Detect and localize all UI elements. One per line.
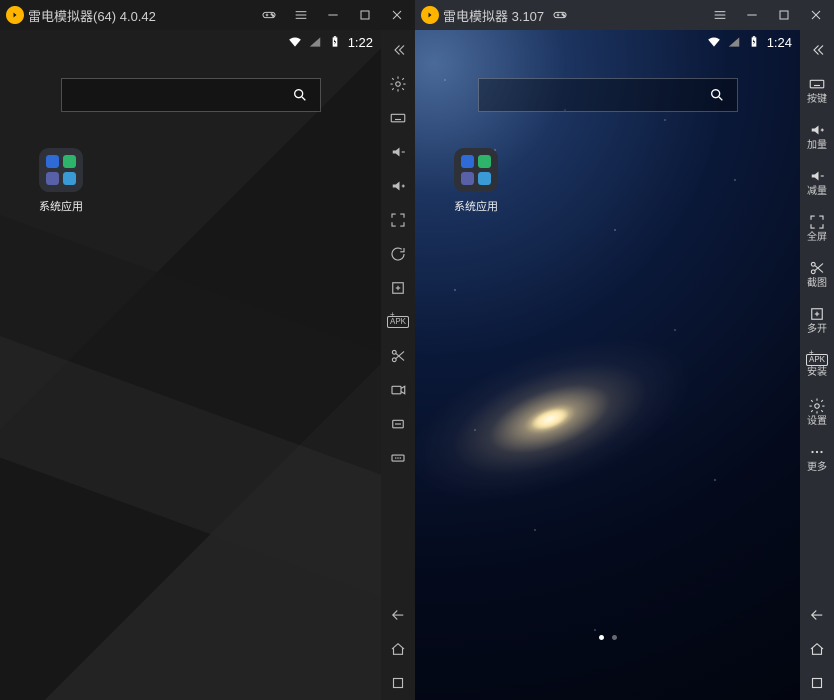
wifi-icon (288, 35, 302, 49)
operation-record-button[interactable] (381, 407, 415, 441)
android-back-button[interactable] (381, 598, 415, 632)
minimize-button[interactable] (319, 1, 347, 29)
close-button[interactable] (383, 1, 411, 29)
volume-up-button[interactable] (381, 169, 415, 203)
titlebar: 雷电模拟器 3.107 (415, 0, 834, 30)
install-apk-button[interactable]: + APK 安装 (800, 343, 834, 389)
android-back-button[interactable] (800, 598, 834, 632)
more-button[interactable] (381, 441, 415, 475)
page-dot-active (599, 635, 604, 640)
settings-gear-button[interactable] (381, 67, 415, 101)
search-input[interactable] (61, 78, 321, 112)
menu-icon[interactable] (706, 1, 734, 29)
volume-down-button[interactable]: 减量 (800, 159, 834, 205)
maximize-button[interactable] (770, 1, 798, 29)
fullscreen-button[interactable] (381, 203, 415, 237)
android-statusbar: 1:22 (0, 30, 381, 54)
scissors-button[interactable] (381, 339, 415, 373)
android-home-button[interactable] (381, 632, 415, 666)
install-apk-button[interactable]: + APK (381, 305, 415, 339)
emulator-window-right: 雷电模拟器 3.107 (415, 0, 834, 700)
emulator-screen[interactable]: 1:24 系统应用 (415, 30, 800, 700)
side-toolbar: + APK (381, 30, 415, 700)
more-button[interactable]: 更多 (800, 435, 834, 481)
gamepad-icon[interactable] (255, 1, 283, 29)
folder-label: 系统应用 (32, 198, 90, 214)
signal-icon (308, 35, 322, 49)
settings-button[interactable]: 设置 (800, 389, 834, 435)
search-input[interactable] (478, 78, 738, 112)
video-record-button[interactable] (381, 373, 415, 407)
side-toolbar: 按键 加量 减量 全屏 截图 多开 (800, 30, 834, 700)
maximize-button[interactable] (351, 1, 379, 29)
menu-icon[interactable] (287, 1, 315, 29)
emulator-window-left: 雷电模拟器(64) 4.0.42 (0, 0, 415, 700)
window-title: 雷电模拟器 3.107 (443, 6, 544, 25)
wifi-icon (707, 35, 721, 49)
app-logo-icon (6, 6, 24, 24)
titlebar: 雷电模拟器(64) 4.0.42 (0, 0, 415, 30)
emulator-screen[interactable]: 1:22 系统应用 (0, 30, 381, 700)
battery-charging-icon (328, 35, 342, 49)
folder-icon (39, 148, 83, 192)
system-apps-folder[interactable]: 系统应用 (447, 148, 505, 214)
signal-icon (727, 35, 741, 49)
system-apps-folder[interactable]: 系统应用 (32, 148, 90, 214)
window-title: 雷电模拟器(64) 4.0.42 (28, 6, 156, 25)
status-clock: 1:24 (767, 35, 792, 50)
multi-instance-button[interactable]: 多开 (800, 297, 834, 343)
status-clock: 1:22 (348, 35, 373, 50)
volume-down-button[interactable] (381, 135, 415, 169)
screenshot-button[interactable]: 截图 (800, 251, 834, 297)
battery-charging-icon (747, 35, 761, 49)
page-indicator (599, 635, 617, 640)
folder-label: 系统应用 (447, 198, 505, 214)
fullscreen-button[interactable]: 全屏 (800, 205, 834, 251)
multi-instance-button[interactable] (381, 271, 415, 305)
android-home-button[interactable] (800, 632, 834, 666)
wallpaper (0, 30, 381, 700)
keyboard-button[interactable] (381, 101, 415, 135)
rotate-button[interactable] (381, 237, 415, 271)
search-icon (292, 87, 308, 103)
android-statusbar: 1:24 (415, 30, 800, 54)
close-button[interactable] (802, 1, 830, 29)
collapse-toolbar-button[interactable] (381, 33, 415, 67)
volume-up-button[interactable]: 加量 (800, 113, 834, 159)
folder-icon (454, 148, 498, 192)
keymap-button[interactable]: 按键 (800, 67, 834, 113)
gamepad-icon[interactable] (548, 1, 572, 29)
wallpaper (415, 30, 800, 700)
android-recents-button[interactable] (800, 666, 834, 700)
search-icon (709, 87, 725, 103)
android-recents-button[interactable] (381, 666, 415, 700)
collapse-toolbar-button[interactable] (800, 33, 834, 67)
app-logo-icon (421, 6, 439, 24)
page-dot (612, 635, 617, 640)
minimize-button[interactable] (738, 1, 766, 29)
